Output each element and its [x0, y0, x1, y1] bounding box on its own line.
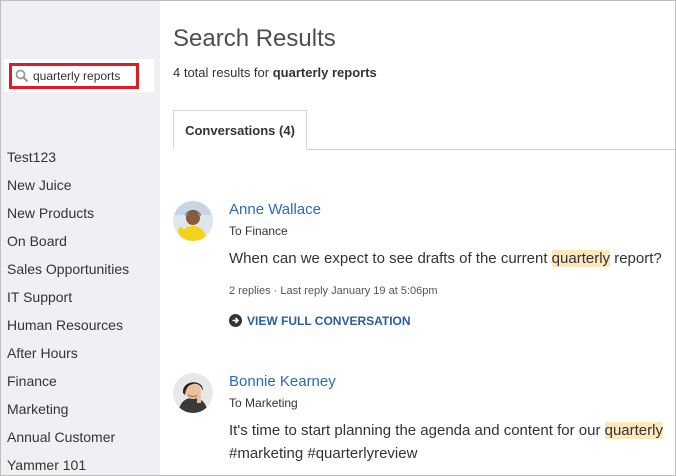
main-content: Search Results 4 total results for quart…	[161, 1, 675, 475]
message-text-before: It's time to start planning the agenda a…	[229, 422, 605, 439]
sidebar-item-finance[interactable]: Finance	[1, 367, 160, 395]
summary-prefix: 4 total results for	[173, 65, 270, 80]
group-name[interactable]: Marketing	[245, 396, 298, 410]
recipient-line: To Marketing	[229, 396, 298, 410]
sidebar-item-yammer-101[interactable]: Yammer 101	[1, 451, 160, 475]
results-summary: 4 total results for quarterly reports	[173, 65, 377, 80]
message-text: When can we expect to see drafts of the …	[229, 247, 675, 270]
message-text-before: When can we expect to see drafts of the …	[229, 250, 552, 267]
message-text-after: #marketing #quarterlyreview	[229, 445, 418, 462]
summary-query: quarterly reports	[272, 65, 377, 80]
page-title: Search Results	[173, 25, 336, 52]
group-name[interactable]: Finance	[245, 224, 288, 238]
tab-conversations[interactable]: Conversations (4)	[173, 110, 307, 150]
sidebar: quarterly reports Test123 New Juice New …	[1, 1, 160, 475]
view-full-conversation-label[interactable]: VIEW FULL CONVERSATION	[247, 314, 411, 328]
arrow-circle-right-icon	[229, 314, 242, 327]
search-area: quarterly reports	[4, 59, 154, 92]
avatar[interactable]	[173, 201, 213, 241]
search-input[interactable]: quarterly reports	[9, 63, 139, 89]
message-text: It's time to start planning the agenda a…	[229, 419, 675, 465]
sidebar-item-human-resources[interactable]: Human Resources	[1, 311, 160, 339]
author-name[interactable]: Bonnie Kearney	[229, 373, 336, 390]
search-query-text[interactable]: quarterly reports	[33, 66, 120, 86]
sidebar-item-annual-customer[interactable]: Annual Customer	[1, 423, 160, 451]
search-icon	[15, 69, 29, 83]
sidebar-item-test123[interactable]: Test123	[1, 143, 160, 171]
search-highlight: quarterly	[604, 422, 663, 439]
recipient-line: To Finance	[229, 224, 288, 238]
sidebar-item-marketing[interactable]: Marketing	[1, 395, 160, 423]
avatar-bonnie-image	[173, 373, 213, 413]
sidebar-item-on-board[interactable]: On Board	[1, 227, 160, 255]
view-full-conversation-link[interactable]: VIEW FULL CONVERSATION	[229, 314, 411, 328]
author-name[interactable]: Anne Wallace	[229, 201, 321, 218]
result-item: Bonnie Kearney To Marketing It's time to…	[173, 373, 675, 473]
group-list: Test123 New Juice New Products On Board …	[1, 143, 160, 475]
to-prefix: To	[229, 396, 242, 410]
app-window: quarterly reports Test123 New Juice New …	[0, 0, 676, 476]
search-highlight: quarterly	[551, 250, 611, 267]
avatar[interactable]	[173, 373, 213, 413]
sidebar-item-it-support[interactable]: IT Support	[1, 283, 160, 311]
sidebar-item-new-juice[interactable]: New Juice	[1, 171, 160, 199]
result-item: Anne Wallace To Finance When can we expe…	[173, 201, 675, 341]
avatar-anne-image	[173, 201, 213, 241]
sidebar-item-sales-opportunities[interactable]: Sales Opportunities	[1, 255, 160, 283]
sidebar-item-new-products[interactable]: New Products	[1, 199, 160, 227]
reply-meta[interactable]: 2 replies · Last reply January 19 at 5:0…	[229, 285, 438, 297]
sidebar-item-after-hours[interactable]: After Hours	[1, 339, 160, 367]
to-prefix: To	[229, 224, 242, 238]
message-text-after: report?	[610, 250, 662, 267]
